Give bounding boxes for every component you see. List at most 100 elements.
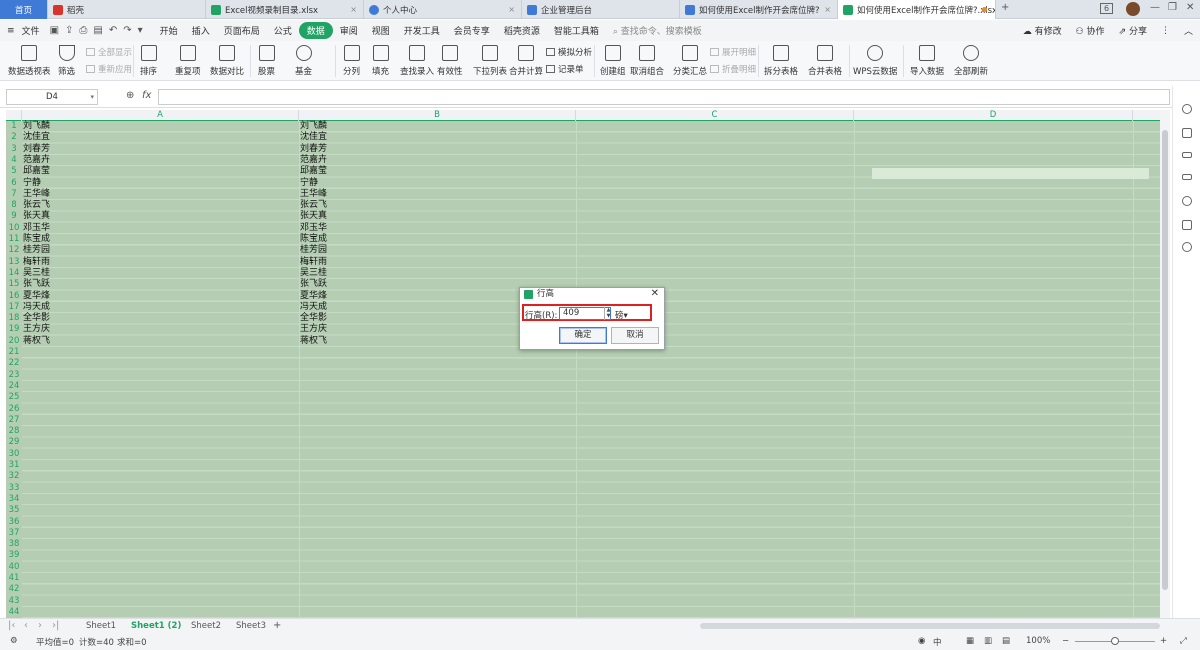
row-header[interactable]: 22 bbox=[6, 358, 22, 369]
cell-a[interactable]: 张天真 bbox=[23, 211, 50, 222]
fullscreen-icon[interactable]: ⤢ bbox=[1180, 636, 1187, 646]
row-header[interactable]: 29 bbox=[6, 437, 22, 448]
cell-a[interactable]: 梅轩雨 bbox=[23, 257, 50, 268]
row-header[interactable]: 17 bbox=[6, 302, 22, 313]
cell-a[interactable]: 陈宝成 bbox=[23, 234, 50, 245]
row-header[interactable]: 9 bbox=[6, 211, 22, 222]
row-header[interactable]: 14 bbox=[6, 268, 22, 279]
row-header[interactable]: 27 bbox=[6, 415, 22, 426]
wps-cloud-data-button[interactable]: WPS云数据 bbox=[853, 43, 897, 77]
collapse-ribbon-icon[interactable]: ︿ bbox=[1177, 24, 1200, 37]
zoom-out-icon[interactable]: − bbox=[1062, 636, 1069, 646]
row-header[interactable]: 28 bbox=[6, 426, 22, 437]
customize-icon[interactable]: ▾ bbox=[135, 25, 153, 36]
normal-view-icon[interactable]: ▦ bbox=[966, 636, 974, 646]
cell-b[interactable]: 邓玉华 bbox=[300, 223, 327, 234]
cell-b[interactable]: 张飞跃 bbox=[300, 279, 327, 290]
spin-button[interactable]: ▲ ▼ bbox=[604, 307, 612, 320]
row-header[interactable]: 26 bbox=[6, 404, 22, 415]
row-header[interactable]: 11 bbox=[6, 234, 22, 245]
close-icon[interactable]: × bbox=[508, 5, 515, 14]
save-icon[interactable]: ▣ bbox=[47, 25, 62, 36]
page-layout-view-icon[interactable]: ▥ bbox=[984, 636, 992, 646]
spin-down-icon[interactable]: ▼ bbox=[607, 313, 611, 319]
select-all-corner[interactable] bbox=[6, 110, 22, 121]
zoom-level[interactable]: 100% bbox=[1026, 636, 1050, 646]
row-header[interactable]: 34 bbox=[6, 494, 22, 505]
properties-icon[interactable] bbox=[1182, 152, 1192, 158]
cancel-button[interactable]: 取消 bbox=[611, 327, 659, 344]
row-header[interactable]: 18 bbox=[6, 313, 22, 324]
menu-smart-tools[interactable]: 智能工具箱 bbox=[547, 24, 606, 37]
unit-dropdown[interactable]: 磅▾ bbox=[615, 309, 628, 321]
cell-a[interactable]: 刘春芳 bbox=[23, 144, 50, 155]
row-header[interactable]: 19 bbox=[6, 324, 22, 335]
refresh-all-button[interactable]: 全部刷新 bbox=[954, 43, 988, 77]
cell-a[interactable]: 桂芳园 bbox=[23, 245, 50, 256]
row-header[interactable]: 37 bbox=[6, 528, 22, 539]
cell-b[interactable]: 王华峰 bbox=[300, 189, 327, 200]
cell-a[interactable]: 沈佳宜 bbox=[23, 132, 50, 143]
cell-a[interactable]: 蒋权飞 bbox=[23, 336, 50, 347]
restore-icon[interactable]: ❐ bbox=[1168, 2, 1177, 13]
style-icon[interactable] bbox=[1182, 104, 1192, 114]
close-icon[interactable]: × bbox=[350, 5, 357, 14]
cell-b[interactable]: 刘春芳 bbox=[300, 144, 327, 155]
row-header[interactable]: 20 bbox=[6, 336, 22, 347]
menu-formula[interactable]: 公式 bbox=[267, 24, 299, 37]
settings-sliders-icon[interactable] bbox=[1182, 174, 1192, 180]
row-header[interactable]: 41 bbox=[6, 573, 22, 584]
pivot-table-button[interactable]: 数据透视表 bbox=[8, 43, 51, 77]
modified-button[interactable]: ☁ 有修改 bbox=[1016, 24, 1069, 37]
record-form-button[interactable]: 记录单 bbox=[546, 63, 584, 75]
vertical-scrollbar[interactable] bbox=[1160, 110, 1170, 618]
location-icon[interactable] bbox=[1182, 242, 1192, 252]
formula-input[interactable] bbox=[158, 89, 1170, 105]
dropdown-list-button[interactable]: 下拉列表 bbox=[473, 43, 507, 77]
cell-b[interactable]: 蒋权飞 bbox=[300, 336, 327, 347]
menu-data[interactable]: 数据 bbox=[298, 22, 333, 39]
cell-b[interactable]: 邱嘉莹 bbox=[300, 166, 327, 177]
row-header[interactable]: 21 bbox=[6, 347, 22, 358]
close-icon[interactable]: × bbox=[824, 5, 831, 14]
window-count-badge[interactable]: 6 bbox=[1100, 3, 1114, 14]
row-header[interactable]: 24 bbox=[6, 381, 22, 392]
column-header-a[interactable]: A bbox=[22, 110, 299, 121]
row-header[interactable]: 38 bbox=[6, 539, 22, 550]
first-sheet-icon[interactable]: |‹ bbox=[8, 620, 15, 631]
row-header[interactable]: 44 bbox=[6, 607, 22, 618]
cell-b[interactable]: 刘飞麟 bbox=[300, 121, 327, 132]
row-header[interactable]: 42 bbox=[6, 584, 22, 595]
horizontal-scrollbar[interactable] bbox=[700, 623, 1160, 629]
duplicates-button[interactable]: 重复项 bbox=[175, 43, 201, 77]
prev-sheet-icon[interactable]: ‹ bbox=[24, 620, 28, 631]
row-header[interactable]: 31 bbox=[6, 460, 22, 471]
cell-a[interactable]: 王方庆 bbox=[23, 324, 50, 335]
select-cursor-icon[interactable] bbox=[1182, 128, 1192, 138]
active-cell-d4[interactable] bbox=[872, 168, 1149, 179]
zoom-search-icon[interactable]: ⊕ bbox=[126, 90, 134, 101]
tab-doc-5[interactable]: 如何使用Excel制作开会席位牌?.xlsx bbox=[838, 0, 996, 19]
menu-insert[interactable]: 插入 bbox=[185, 24, 217, 37]
redo-icon[interactable]: ↷ bbox=[120, 25, 134, 36]
cell-a[interactable]: 范嘉卉 bbox=[23, 155, 50, 166]
print-icon[interactable]: ⎙ bbox=[76, 25, 90, 36]
menu-view[interactable]: 视图 bbox=[365, 24, 397, 37]
avatar[interactable] bbox=[1126, 2, 1140, 16]
cell-b[interactable]: 王方庆 bbox=[300, 324, 327, 335]
cell-a[interactable]: 夏华烽 bbox=[23, 291, 50, 302]
split-column-button[interactable]: 分列 bbox=[343, 43, 360, 77]
merge-table-button[interactable]: 合并表格 bbox=[808, 43, 842, 77]
cell-b[interactable]: 张云飞 bbox=[300, 200, 327, 211]
close-icon[interactable]: ✕ bbox=[651, 288, 659, 300]
consolidate-button[interactable]: 合并计算 bbox=[509, 43, 543, 77]
row-header[interactable]: 30 bbox=[6, 449, 22, 460]
undo-icon[interactable]: ↶ bbox=[106, 25, 120, 36]
subtotal-button[interactable]: 分类汇总 bbox=[673, 43, 707, 77]
row-header[interactable]: 7 bbox=[6, 189, 22, 200]
cell-b[interactable]: 夏华烽 bbox=[300, 291, 327, 302]
cell-a[interactable]: 全华影 bbox=[23, 313, 50, 324]
eye-protect-icon[interactable]: ◉ bbox=[918, 636, 925, 646]
collab-button[interactable]: ⚇ 协作 bbox=[1069, 24, 1112, 37]
export-icon[interactable]: ⇪ bbox=[62, 25, 76, 36]
